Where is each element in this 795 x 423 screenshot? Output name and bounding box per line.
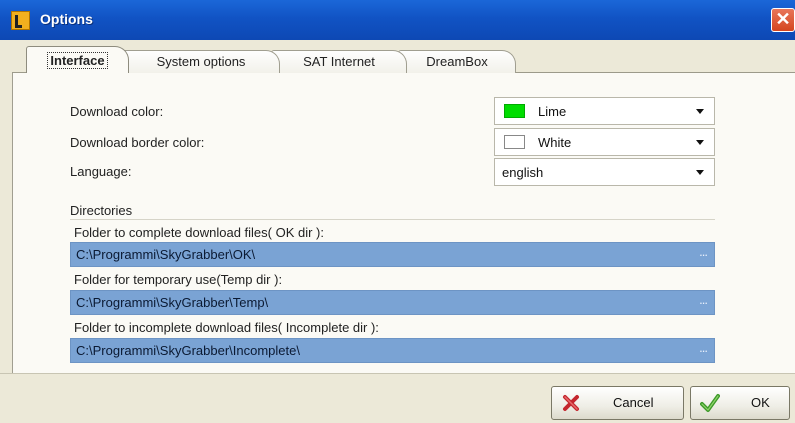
cancel-button[interactable]: Cancel <box>551 386 684 420</box>
incomplete-dir-browse-button[interactable]: ... <box>699 340 708 355</box>
incomplete-dir-field[interactable]: C:\Programmi\SkyGrabber\Incomplete\ ... <box>70 338 715 363</box>
chevron-down-icon[interactable] <box>696 109 704 114</box>
cancel-button-label: Cancel <box>613 395 654 410</box>
incomplete-dir-path: C:\Programmi\SkyGrabber\Incomplete\ <box>76 343 300 358</box>
language-label: Language: <box>70 164 132 179</box>
temp-dir-path: C:\Programmi\SkyGrabber\Temp\ <box>76 295 269 310</box>
directories-divider <box>70 219 715 220</box>
language-select[interactable]: english <box>494 158 715 186</box>
title-bar[interactable]: Options ✕ <box>0 0 795 40</box>
window-title: Options <box>40 11 93 27</box>
temp-dir-field[interactable]: C:\Programmi\SkyGrabber\Temp\ ... <box>70 290 715 315</box>
ok-button[interactable]: OK <box>690 386 790 420</box>
ok-dir-field[interactable]: C:\Programmi\SkyGrabber\OK\ ... <box>70 242 715 267</box>
tab-interface[interactable]: Interface <box>26 46 129 73</box>
white-swatch <box>504 135 525 149</box>
directories-heading: Directories <box>70 203 133 218</box>
ok-dir-label: Folder to complete download files( OK di… <box>74 225 324 240</box>
download-border-color-select[interactable]: White <box>494 128 715 156</box>
chevron-down-icon[interactable] <box>696 170 704 175</box>
download-border-color-label: Download border color: <box>70 135 205 150</box>
close-button[interactable]: ✕ <box>771 8 795 32</box>
download-color-select[interactable]: Lime <box>494 97 715 125</box>
language-value: english <box>502 165 544 180</box>
app-icon <box>11 11 30 30</box>
chevron-down-icon[interactable] <box>696 140 704 145</box>
ok-dir-browse-button[interactable]: ... <box>699 244 708 259</box>
download-color-label: Download color: <box>70 104 164 119</box>
ok-button-label: OK <box>751 395 770 410</box>
lime-swatch <box>504 104 525 118</box>
download-color-value: Lime <box>538 104 567 119</box>
download-border-color-value: White <box>538 135 572 150</box>
ok-dir-path: C:\Programmi\SkyGrabber\OK\ <box>76 247 256 262</box>
cancel-x-icon <box>563 395 579 411</box>
tab-sat-internet[interactable]: SAT Internet <box>271 50 407 73</box>
tab-dreambox[interactable]: DreamBox <box>398 50 516 73</box>
temp-dir-browse-button[interactable]: ... <box>699 292 708 307</box>
temp-dir-label: Folder for temporary use(Temp dir ): <box>74 272 283 287</box>
tab-interface-label: Interface <box>47 52 108 69</box>
incomplete-dir-label: Folder to incomplete download files( Inc… <box>74 320 379 335</box>
check-icon <box>700 394 720 412</box>
tab-system-options[interactable]: System options <box>122 50 280 73</box>
